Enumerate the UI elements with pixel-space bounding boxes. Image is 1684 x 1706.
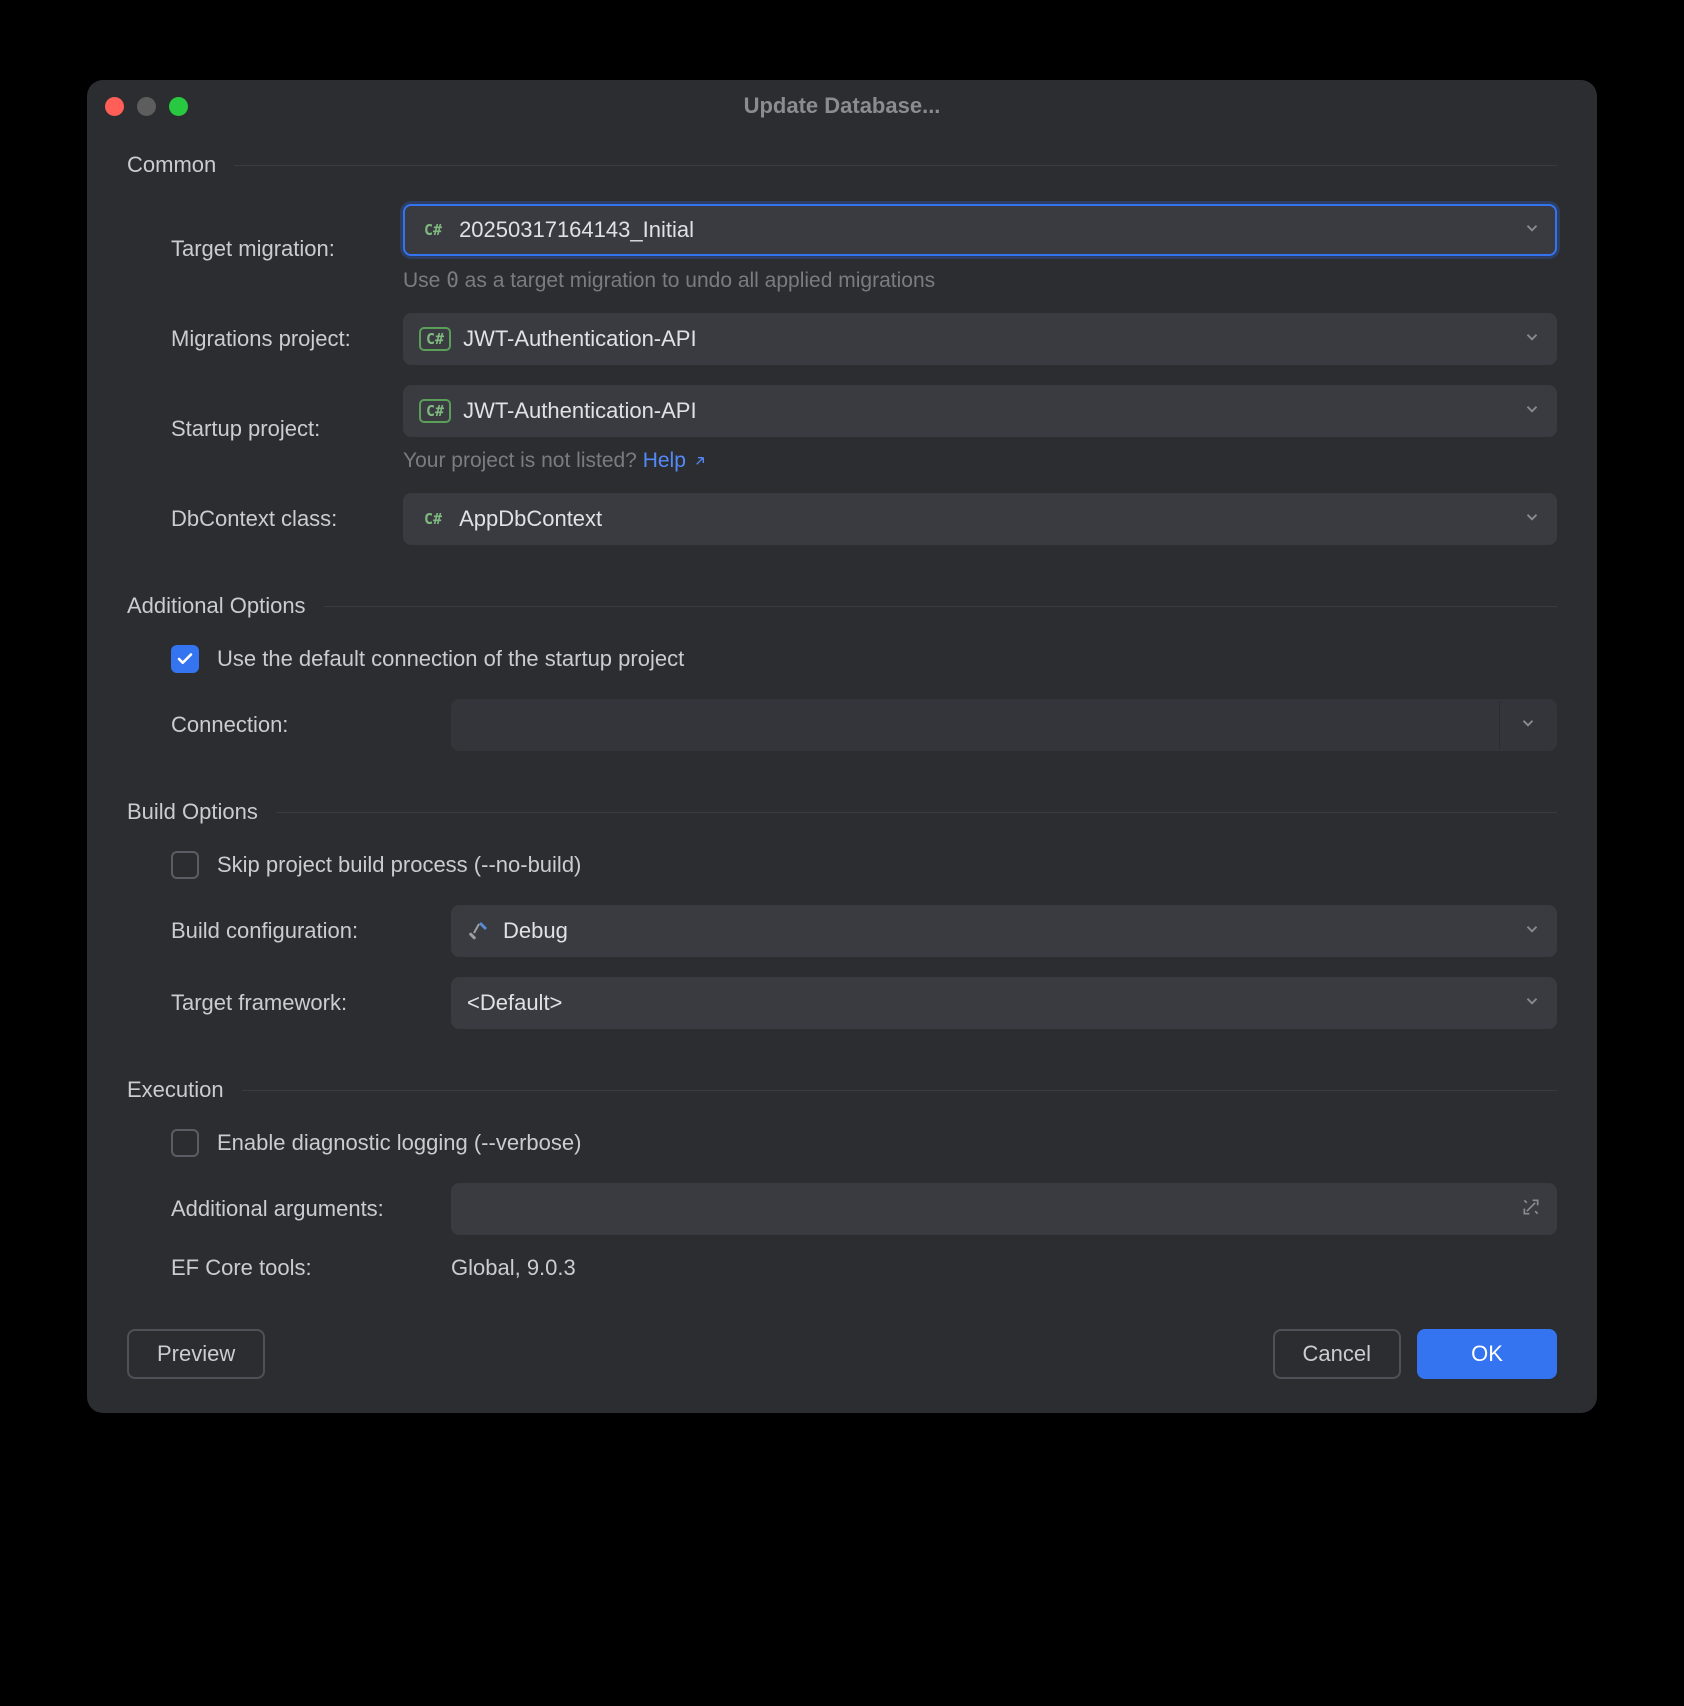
- build-config-value: Debug: [503, 918, 1523, 944]
- csharp-project-icon: C#: [419, 327, 451, 351]
- build-config-dropdown[interactable]: Debug: [451, 905, 1557, 957]
- build-config-label: Build configuration:: [171, 918, 451, 944]
- dbcontext-value: AppDbContext: [459, 506, 1523, 532]
- csharp-icon: C#: [419, 220, 447, 240]
- ef-tools-label: EF Core tools:: [171, 1255, 451, 1281]
- chevron-down-icon: [1523, 328, 1541, 351]
- section-execution-title: Execution: [127, 1077, 1557, 1103]
- chevron-down-icon: [1523, 920, 1541, 943]
- migrations-project-value: JWT-Authentication-API: [463, 326, 1523, 352]
- target-framework-label: Target framework:: [171, 990, 451, 1016]
- target-migration-dropdown[interactable]: C# 20250317164143_Initial: [403, 204, 1557, 256]
- target-framework-value: <Default>: [467, 990, 1523, 1016]
- target-migration-value: 20250317164143_Initial: [459, 217, 1523, 243]
- chevron-down-icon: [1523, 400, 1541, 423]
- update-database-dialog: Update Database... Common Target migrati…: [87, 80, 1597, 1413]
- chevron-down-icon: [1523, 219, 1541, 242]
- section-common-title: Common: [127, 152, 1557, 178]
- use-default-connection-checkbox[interactable]: [171, 645, 199, 673]
- connection-label: Connection:: [171, 712, 451, 738]
- startup-project-value: JWT-Authentication-API: [463, 398, 1523, 424]
- section-execution: Execution Enable diagnostic logging (--v…: [127, 1077, 1557, 1281]
- skip-build-checkbox[interactable]: [171, 851, 199, 879]
- section-additional: Additional Options Use the default conne…: [127, 593, 1557, 751]
- section-build-title: Build Options: [127, 799, 1557, 825]
- chevron-down-icon: [1523, 508, 1541, 531]
- ok-button[interactable]: OK: [1417, 1329, 1557, 1379]
- connection-dropdown-arrow[interactable]: [1499, 701, 1555, 749]
- migrations-project-label: Migrations project:: [171, 326, 403, 352]
- minimize-window-button[interactable]: [137, 97, 156, 116]
- csharp-project-icon: C#: [419, 399, 451, 423]
- maximize-window-button[interactable]: [169, 97, 188, 116]
- use-default-connection-label: Use the default connection of the startu…: [217, 646, 684, 672]
- diagnostic-logging-checkbox[interactable]: [171, 1129, 199, 1157]
- target-migration-hint: Use 0 as a target migration to undo all …: [403, 268, 1557, 293]
- dialog-footer: Preview Cancel OK: [87, 1329, 1597, 1413]
- skip-build-label: Skip project build process (--no-build): [217, 852, 581, 878]
- section-additional-title: Additional Options: [127, 593, 1557, 619]
- chevron-down-icon: [1519, 714, 1537, 737]
- preview-button[interactable]: Preview: [127, 1329, 265, 1379]
- additional-args-label: Additional arguments:: [171, 1196, 451, 1222]
- dbcontext-dropdown[interactable]: C# AppDbContext: [403, 493, 1557, 545]
- expand-icon[interactable]: [1521, 1197, 1541, 1222]
- window-controls: [105, 97, 188, 116]
- target-framework-dropdown[interactable]: <Default>: [451, 977, 1557, 1029]
- diagnostic-logging-label: Enable diagnostic logging (--verbose): [217, 1130, 581, 1156]
- help-link[interactable]: Help: [643, 449, 708, 472]
- cancel-button[interactable]: Cancel: [1273, 1329, 1401, 1379]
- ef-tools-value: Global, 9.0.3: [451, 1255, 1557, 1281]
- chevron-down-icon: [1523, 992, 1541, 1015]
- dialog-title: Update Database...: [87, 93, 1597, 119]
- target-migration-label: Target migration:: [171, 236, 403, 262]
- startup-project-label: Startup project:: [171, 416, 403, 442]
- section-common: Common Target migration: C# 202503171641…: [127, 152, 1557, 545]
- csharp-icon: C#: [419, 509, 447, 529]
- section-build: Build Options Skip project build process…: [127, 799, 1557, 1029]
- connection-dropdown[interactable]: [451, 699, 1557, 751]
- startup-project-dropdown[interactable]: C# JWT-Authentication-API: [403, 385, 1557, 437]
- titlebar: Update Database...: [87, 80, 1597, 132]
- startup-project-hint: Your project is not listed? Help: [403, 449, 1557, 473]
- additional-args-input[interactable]: [451, 1183, 1557, 1235]
- dbcontext-label: DbContext class:: [171, 506, 403, 532]
- close-window-button[interactable]: [105, 97, 124, 116]
- migrations-project-dropdown[interactable]: C# JWT-Authentication-API: [403, 313, 1557, 365]
- hammer-icon: [467, 919, 491, 943]
